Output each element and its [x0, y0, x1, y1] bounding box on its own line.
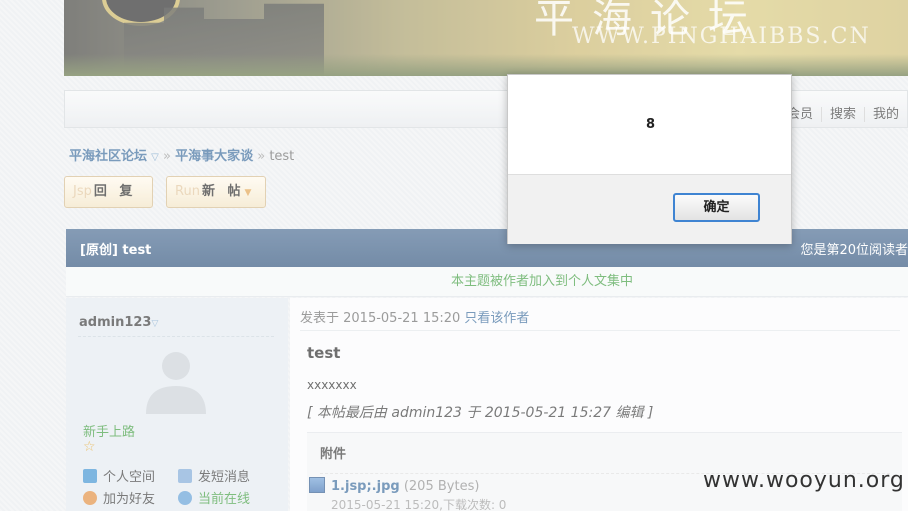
ok-button[interactable]: 确定 — [673, 193, 760, 222]
forum-page: 平海论坛 WWW.PINGHAIBBS.CN 会员 搜索 我的 平海社区论坛 ▽ »… — [0, 0, 908, 511]
watermark: www.wooyun.org — [703, 468, 905, 493]
alert-dialog: 8 确定 — [507, 74, 792, 244]
alert-message: 8 — [645, 117, 656, 132]
alert-footer: 确定 — [508, 174, 791, 244]
